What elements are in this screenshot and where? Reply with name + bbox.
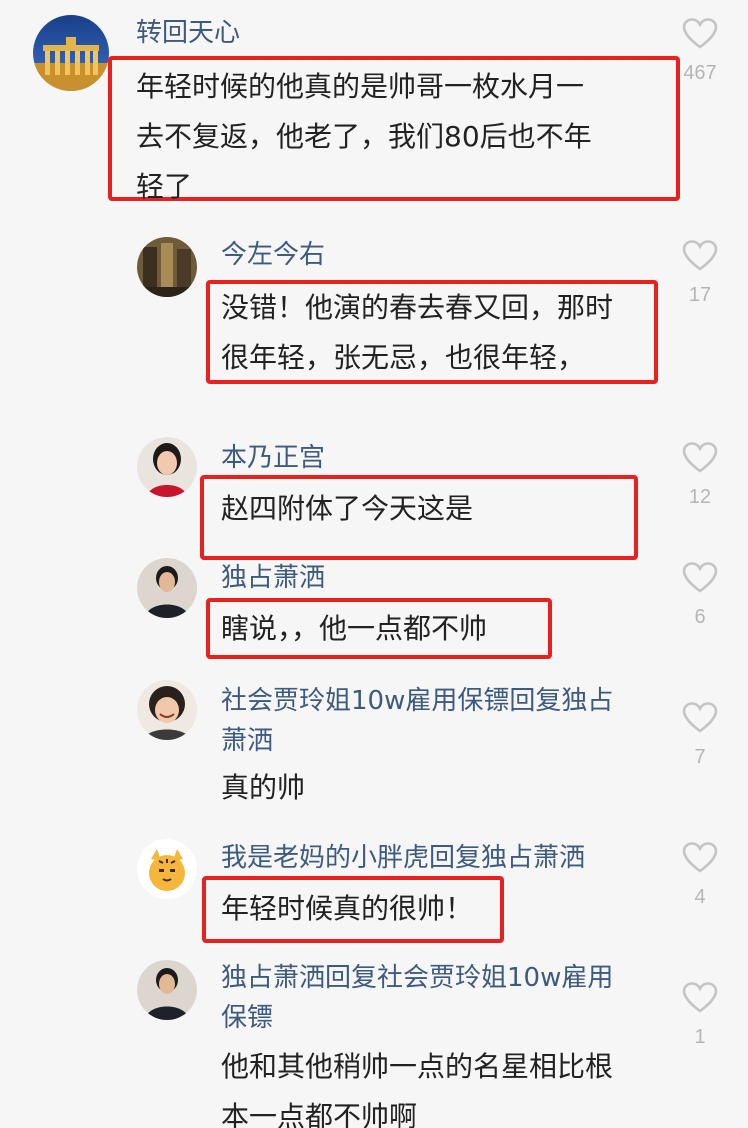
like-count: 17	[688, 284, 712, 306]
comment-text-line: 赵四附体了今天这是	[221, 492, 474, 525]
comment-text-line: 本一点都不帅啊	[221, 1100, 418, 1128]
comment-text: 真的帅	[221, 763, 641, 813]
like-count: 1	[694, 1026, 706, 1048]
comment-username-line: 社会贾玲姐10w雇用保镖回复独占	[221, 686, 614, 716]
comment-text: 他和其他稍帅一点的名星相比根 本一点都不帅啊	[221, 1042, 661, 1128]
avatar[interactable]	[137, 960, 197, 1020]
avatar-image-room	[137, 237, 197, 297]
avatar[interactable]	[137, 437, 197, 497]
comment-text-line: 没错！他演的春去春又回，那时	[221, 291, 614, 324]
comment-username[interactable]: 今左今右	[221, 238, 325, 272]
like-count: 4	[694, 886, 706, 908]
avatar[interactable]	[137, 558, 197, 618]
like-button[interactable]: 12	[675, 442, 725, 509]
comment-username-line: 萧洒	[221, 726, 274, 756]
avatar-image-man	[137, 558, 197, 618]
like-button[interactable]: 1	[675, 982, 725, 1049]
comment-text-line: 年轻时候真的很帅！	[221, 892, 474, 925]
avatar-image-tiger-cartoon	[137, 839, 197, 899]
like-button[interactable]: 4	[675, 842, 725, 909]
comment-text: 没错！他演的春去春又回，那时 很年轻，张无忌，也很年轻，	[221, 283, 651, 383]
avatar-image-man	[137, 960, 197, 1020]
heart-outline-icon	[682, 562, 718, 593]
comment-text: 年轻时候的他真的是帅哥一枚水月一 去不复返，他老了，我们80后也不年 轻了	[136, 62, 666, 212]
heart-outline-icon	[682, 982, 718, 1013]
comment-username[interactable]: 独占萧洒回复社会贾玲姐10w雇用 保镖	[221, 958, 613, 1038]
heart-outline-icon	[682, 240, 718, 271]
comment-text-line: 很年轻，张无忌，也很年轻，	[221, 341, 586, 374]
comment-text-line: 他和其他稍帅一点的名星相比根	[221, 1050, 614, 1083]
comment-text-line: 真的帅	[221, 771, 306, 804]
comment-username[interactable]: 我是老妈的小胖虎回复独占萧洒	[221, 841, 585, 875]
like-button[interactable]: 17	[675, 240, 725, 307]
avatar[interactable]	[137, 680, 197, 740]
heart-outline-icon	[682, 702, 718, 733]
comment-text-line: 轻了	[136, 170, 193, 203]
comment-username-line: 独占萧洒回复社会贾玲姐10w雇用	[221, 963, 614, 993]
like-count: 6	[694, 606, 706, 628]
comment-username[interactable]: 本乃正宫	[221, 441, 325, 475]
avatar[interactable]	[137, 839, 197, 899]
avatar-image-woman	[137, 437, 197, 497]
heart-outline-icon	[682, 842, 718, 873]
avatar-image-smiling-woman	[137, 680, 197, 740]
like-count: 467	[683, 62, 717, 84]
comment-username[interactable]: 独占萧洒	[221, 561, 325, 595]
comment-text-line: 去不复返，他老了，我们80后也不年	[136, 120, 592, 153]
comment-username[interactable]: 转回天心	[136, 16, 240, 50]
heart-outline-icon	[682, 442, 718, 473]
comment-text: 瞎说，，他一点都不帅	[221, 604, 541, 654]
comment-feed: 转回天心 年轻时候的他真的是帅哥一枚水月一 去不复返，他老了，我们80后也不年 …	[0, 0, 748, 1128]
comment-username-line: 保镖	[221, 1003, 274, 1033]
avatar[interactable]	[137, 237, 197, 297]
like-button[interactable]: 467	[675, 18, 725, 85]
comment-text: 赵四附体了今天这是	[221, 484, 631, 534]
avatar[interactable]	[33, 15, 109, 91]
like-count: 12	[688, 486, 712, 508]
like-button[interactable]: 7	[675, 702, 725, 769]
like-button[interactable]: 6	[675, 562, 725, 629]
like-count: 7	[694, 746, 706, 768]
comment-text: 年轻时候真的很帅！	[221, 884, 501, 934]
comment-text-line: 瞎说，，他一点都不帅	[221, 612, 488, 645]
avatar-image-gate	[33, 15, 109, 91]
heart-outline-icon	[682, 18, 718, 49]
comment-text-line: 年轻时候的他真的是帅哥一枚水月一	[136, 70, 585, 103]
comment-username[interactable]: 社会贾玲姐10w雇用保镖回复独占 萧洒	[221, 681, 613, 761]
